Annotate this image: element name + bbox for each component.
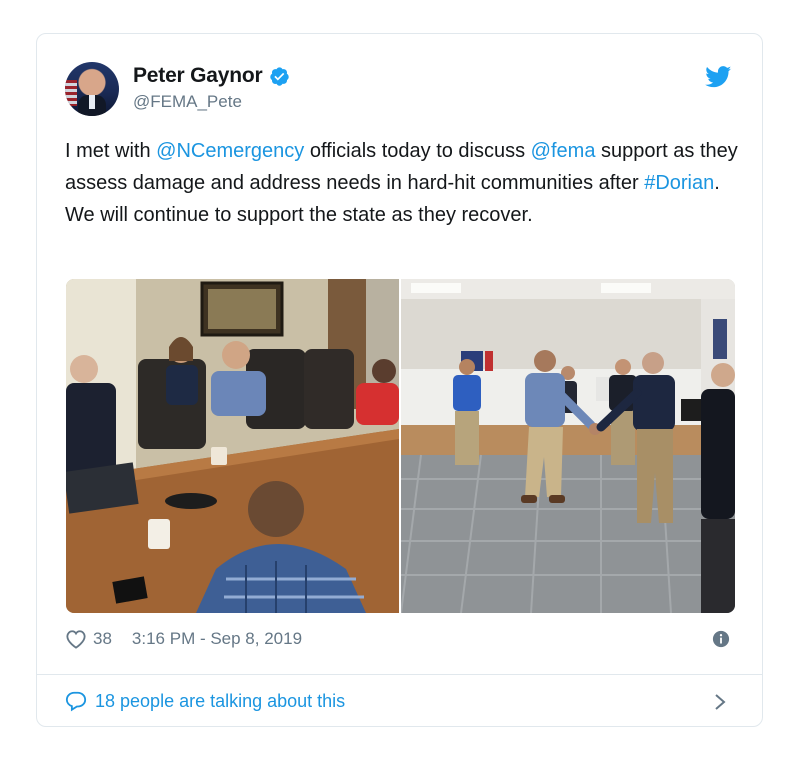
timestamp[interactable]: 3:16 PM - Sep 8, 2019 xyxy=(132,629,302,649)
handshake-photo-illustration xyxy=(401,279,735,613)
tweet-media xyxy=(66,279,735,613)
heart-icon[interactable] xyxy=(65,629,87,649)
tweet-card: Peter Gaynor @FEMA_Pete I met with @NCem… xyxy=(36,33,763,727)
verified-badge-icon xyxy=(269,66,289,86)
tweet-text-part-1: I met with xyxy=(65,140,157,162)
tweet-header: Peter Gaynor @FEMA_Pete xyxy=(65,62,734,122)
user-handle[interactable]: @FEMA_Pete xyxy=(133,92,242,112)
mention-ncemergency-link[interactable]: @NCemergency xyxy=(156,140,304,162)
hashtag-dorian-link[interactable]: #Dorian xyxy=(644,172,714,194)
speech-bubble-icon xyxy=(65,691,87,712)
meeting-photo[interactable] xyxy=(66,279,399,613)
tweet-text-part-2: officials today to discuss xyxy=(304,140,531,162)
chevron-right-icon[interactable] xyxy=(714,693,726,711)
tweet-text: I met with @NCemergency officials today … xyxy=(65,135,740,231)
display-name[interactable]: Peter Gaynor xyxy=(133,64,263,88)
meeting-photo-illustration xyxy=(66,279,399,613)
like-count[interactable]: 38 xyxy=(93,629,112,649)
mention-fema-link[interactable]: @fema xyxy=(531,140,596,162)
conversation-link[interactable]: 18 people are talking about this xyxy=(65,685,734,717)
info-icon[interactable] xyxy=(712,630,730,648)
talking-about-text[interactable]: 18 people are talking about this xyxy=(95,691,345,712)
tweet-meta: 38 3:16 PM - Sep 8, 2019 xyxy=(65,625,734,653)
handshake-photo[interactable] xyxy=(401,279,735,613)
divider xyxy=(37,674,762,675)
twitter-bird-icon[interactable] xyxy=(705,66,732,88)
name-row: Peter Gaynor xyxy=(133,64,290,88)
avatar[interactable] xyxy=(65,62,119,116)
